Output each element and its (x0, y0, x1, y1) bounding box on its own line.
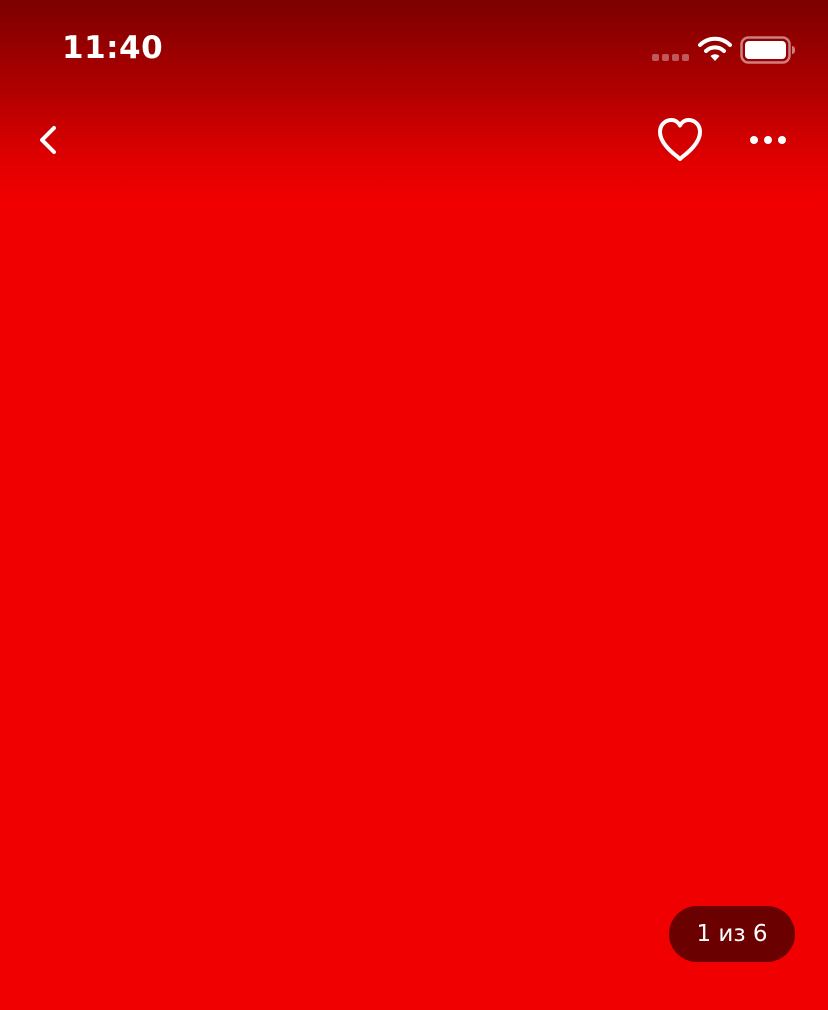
favorite-button[interactable] (652, 114, 708, 166)
page-counter-label: 1 из 6 (696, 921, 768, 947)
wifi-icon (698, 36, 732, 62)
heart-outline-icon (652, 114, 708, 166)
gallery-image[interactable] (0, 180, 828, 1010)
nav-bar (0, 100, 828, 180)
cellular-signal-icon (652, 52, 690, 62)
chevron-left-icon (24, 116, 72, 164)
more-horizontal-icon (742, 120, 794, 160)
status-bar: 11:40 (0, 0, 828, 100)
battery-icon (740, 36, 796, 64)
photo-viewer-screen: 11:40 1 из 6 (0, 0, 828, 1010)
page-counter-badge: 1 из 6 (669, 906, 795, 962)
status-time: 11:40 (62, 30, 164, 66)
more-button[interactable] (742, 120, 794, 160)
back-button[interactable] (24, 116, 72, 164)
